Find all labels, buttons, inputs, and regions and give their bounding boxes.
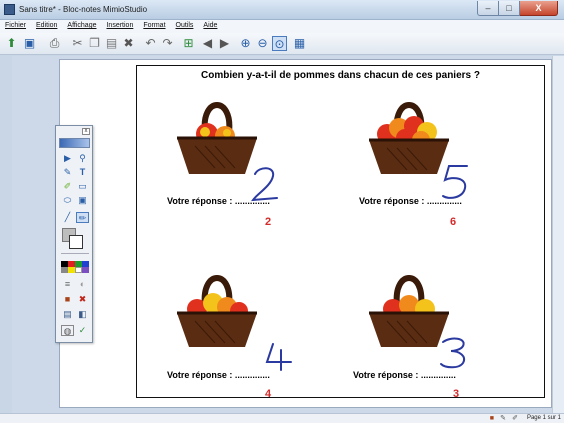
image-tool-icon[interactable]: ▣ — [76, 195, 89, 206]
menu-outils[interactable]: Outils — [171, 20, 199, 33]
record-icon[interactable]: ■ — [61, 294, 74, 305]
menu-fichier[interactable]: Fichier — [0, 20, 31, 33]
save-icon[interactable]: ▣ — [22, 36, 37, 51]
exercise-frame: Combien y-a-t-il de pommes dans chacun d… — [136, 65, 545, 400]
menu-affichage[interactable]: Affichage — [62, 20, 101, 33]
palette-close-button[interactable]: x — [82, 128, 90, 135]
paste-icon[interactable]: ▤ — [104, 36, 119, 51]
status-pen-icon[interactable]: ✎ — [500, 414, 506, 423]
rectangle-tool-icon[interactable]: ▭ — [76, 181, 89, 192]
window-title: Sans titre* - Bloc-notes MimioStudio — [19, 5, 148, 14]
undo-icon[interactable]: ↶ — [143, 36, 158, 51]
spotlight-icon[interactable]: ◍ — [61, 325, 74, 336]
tools-palette: x ▶ ⚲ ✎ T ✐ ▭ ⬭ ▣ ╱ ✏ ≡ ◐ ■ ✖ ▤ ◧ ◍ ✓ — [55, 125, 93, 343]
zoom-fit-icon[interactable]: ⊙ — [272, 36, 287, 51]
page-indicator: Page 1 sur 1 — [526, 415, 561, 421]
menu-insertion[interactable]: Insertion — [101, 20, 138, 33]
correct-answer-1: 2 — [265, 216, 272, 228]
back-icon[interactable]: ◀ — [200, 36, 215, 51]
clear-icon[interactable]: ✖ — [76, 294, 89, 305]
correct-answer-2: 6 — [450, 216, 457, 228]
gallery-icon[interactable]: ▦ — [292, 36, 307, 51]
status-ink-icon[interactable]: ✐ — [512, 414, 518, 423]
print-icon[interactable]: ⎙ — [47, 36, 62, 51]
line-tool-icon[interactable]: ╱ — [61, 212, 74, 223]
copy-icon[interactable]: ❐ — [87, 36, 102, 51]
answer-prompt-3: Votre réponse : .............. — [167, 370, 270, 380]
title-bar: Sans titre* - Bloc-notes MimioStudio – □… — [0, 0, 564, 20]
status-bar: ■ ✎ ✐ Page 1 sur 1 — [0, 413, 564, 423]
palette-divider — [61, 253, 89, 254]
maximize-button[interactable]: □ — [499, 1, 520, 16]
menu-aide[interactable]: Aide — [198, 20, 222, 33]
highlighter-icon[interactable]: ✐ — [61, 181, 74, 192]
answer-prompt-4: Votre réponse : .............. — [353, 370, 456, 380]
select-arrow-icon[interactable]: ▶ — [61, 153, 74, 164]
handwritten-answer-3 — [265, 343, 292, 371]
zoom-out-icon[interactable]: ⊖ — [255, 36, 270, 51]
handwritten-answer-2 — [442, 165, 468, 199]
forward-icon[interactable]: ▶ — [217, 36, 232, 51]
screen-capture-icon[interactable]: ▤ — [61, 309, 74, 320]
handwritten-answer-4 — [440, 337, 465, 369]
palette-pen-preview — [59, 138, 90, 148]
app-icon — [4, 4, 15, 15]
zoom-in-icon[interactable]: ⊕ — [238, 36, 253, 51]
line-style-icon[interactable]: ≡ — [61, 279, 74, 290]
workspace: Combien y-a-t-il de pommes dans chacun d… — [12, 56, 564, 413]
correct-answer-3: 4 — [265, 388, 272, 400]
question-heading: Combien y-a-t-il de pommes dans chacun d… — [201, 70, 480, 81]
window-controls: – □ X — [477, 1, 558, 16]
delete-icon[interactable]: ✖ — [121, 36, 136, 51]
correct-answer-4: 3 — [453, 388, 460, 400]
handwritten-answer-1 — [251, 167, 278, 202]
notebook-page[interactable]: Combien y-a-t-il de pommes dans chacun d… — [59, 59, 552, 408]
cut-icon[interactable]: ✂ — [70, 36, 85, 51]
vertical-scrollbar[interactable] — [552, 56, 564, 413]
minimize-button[interactable]: – — [477, 1, 499, 16]
menu-edition[interactable]: Edition — [31, 20, 62, 33]
close-button[interactable]: X — [520, 1, 558, 16]
line-color-swatch[interactable] — [69, 235, 83, 249]
basket-image-3 — [177, 275, 257, 347]
menu-format[interactable]: Format — [138, 20, 170, 33]
color-palette[interactable] — [61, 261, 89, 273]
import-icon[interactable]: ⬆ — [4, 36, 19, 51]
zoom-tool-icon[interactable]: ⚲ — [76, 153, 89, 164]
shape-tool-icon[interactable]: ⬭ — [61, 195, 74, 206]
new-page-icon[interactable]: ⊞ — [181, 36, 196, 51]
reveal-icon[interactable]: ◧ — [76, 309, 89, 320]
status-record-icon[interactable]: ■ — [490, 414, 494, 423]
gallery-tool-icon[interactable]: ✓ — [76, 325, 89, 336]
text-tool-icon[interactable]: T — [76, 167, 89, 178]
redo-icon[interactable]: ↷ — [160, 36, 175, 51]
menu-bar: Fichier Edition Affichage Insertion Form… — [0, 20, 564, 33]
eraser-tool-icon[interactable]: ✏ — [76, 212, 89, 223]
pen-tool-icon[interactable]: ✎ — [61, 167, 74, 178]
transparency-icon[interactable]: ◐ — [76, 279, 89, 290]
toolbar: ⬆ ▣ ⎙ ✂ ❐ ▤ ✖ ↶ ↷ ⊞ ◀ ▶ ⊕ ⊖ ⊙ ▦ — [0, 33, 564, 55]
